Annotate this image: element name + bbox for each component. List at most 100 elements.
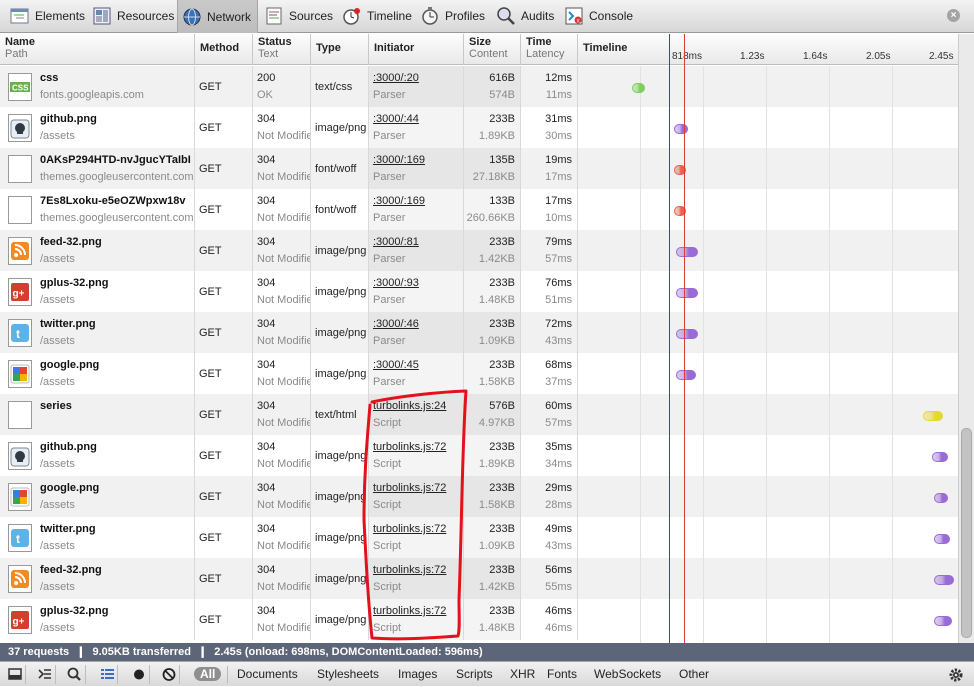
initiator-link[interactable]: :3000/:44 bbox=[373, 113, 419, 125]
console-toggle-icon[interactable] bbox=[34, 665, 56, 684]
column-method[interactable]: Method bbox=[195, 34, 253, 65]
timeline-bar[interactable] bbox=[676, 370, 696, 380]
request-name[interactable]: github.png bbox=[40, 113, 97, 125]
request-name[interactable]: github.png bbox=[40, 441, 97, 453]
status-code: 304 bbox=[257, 605, 276, 617]
initiator-link[interactable]: :3000/:20 bbox=[373, 72, 419, 84]
request-name[interactable]: google.png bbox=[40, 359, 99, 371]
filter-documents[interactable]: Documents bbox=[237, 667, 298, 681]
filter-xhr[interactable]: XHR bbox=[510, 667, 535, 681]
tab-elements[interactable]: Elements bbox=[6, 2, 91, 30]
column-name[interactable]: Name Path bbox=[0, 34, 195, 65]
transfer-size: 233B bbox=[489, 236, 515, 248]
initiator-link[interactable]: turbolinks.js:72 bbox=[373, 564, 446, 576]
time-cell: 49ms 43ms bbox=[521, 517, 578, 558]
column-status[interactable]: Status Text bbox=[253, 34, 311, 65]
column-type[interactable]: Type bbox=[311, 34, 369, 65]
status-cell: 304 Not Modified bbox=[253, 476, 311, 517]
tab-timeline[interactable]: Timeline bbox=[338, 2, 418, 30]
tab-resources[interactable]: Resources bbox=[88, 2, 180, 30]
initiator-link[interactable]: :3000/:169 bbox=[373, 154, 425, 166]
initiator-type: Parser bbox=[373, 130, 406, 142]
timeline-bar[interactable] bbox=[676, 288, 698, 298]
initiator-link[interactable]: turbolinks.js:72 bbox=[373, 605, 446, 617]
request-name[interactable]: feed-32.png bbox=[40, 236, 102, 248]
column-timeline[interactable]: Timeline bbox=[578, 34, 958, 65]
time-cell: 31ms 30ms bbox=[521, 107, 578, 148]
status-code: 304 bbox=[257, 277, 276, 289]
tab-sources[interactable]: Sources bbox=[260, 2, 339, 30]
request-path: /assets bbox=[40, 376, 75, 388]
size-cell: 233B 1.42KB bbox=[464, 230, 521, 271]
gear-icon[interactable] bbox=[946, 666, 966, 684]
initiator-link[interactable]: :3000/:81 bbox=[373, 236, 419, 248]
clear-icon[interactable] bbox=[158, 665, 180, 684]
status-text: Not Modified bbox=[257, 376, 310, 388]
timeline-bar[interactable] bbox=[934, 534, 950, 544]
initiator-type: Script bbox=[373, 458, 402, 470]
request-name[interactable]: 7Es8Lxoku-e5eOZWpxw18v bbox=[40, 195, 186, 207]
profiles-icon bbox=[420, 6, 440, 26]
search-icon[interactable] bbox=[64, 665, 86, 684]
request-name[interactable]: twitter.png bbox=[40, 318, 96, 330]
timeline-bar[interactable] bbox=[934, 493, 948, 503]
large-rows-icon[interactable] bbox=[96, 665, 118, 684]
summary-transferred: 9.05KB transferred bbox=[92, 646, 191, 658]
request-name[interactable]: series bbox=[40, 400, 72, 412]
initiator-link[interactable]: turbolinks.js:72 bbox=[373, 523, 446, 535]
method-cell: GET bbox=[195, 476, 253, 517]
tab-network[interactable]: Network bbox=[177, 0, 259, 33]
column-initiator[interactable]: Initiator bbox=[369, 34, 464, 65]
scrollbar-thumb[interactable] bbox=[961, 428, 972, 638]
column-size[interactable]: Size Content bbox=[464, 34, 521, 65]
filter-all[interactable]: All bbox=[194, 667, 222, 681]
initiator-link[interactable]: turbolinks.js:72 bbox=[373, 441, 446, 453]
dock-icon[interactable] bbox=[4, 665, 26, 684]
close-icon[interactable]: × bbox=[947, 9, 960, 22]
tab-console[interactable]: x Console bbox=[560, 2, 639, 30]
filter-images[interactable]: Images bbox=[398, 667, 437, 681]
summary-requests: 37 requests bbox=[8, 646, 70, 658]
content-size: 1.48KB bbox=[478, 294, 515, 306]
initiator-link[interactable]: :3000/:169 bbox=[373, 195, 425, 207]
filter-stylesheets[interactable]: Stylesheets bbox=[317, 667, 379, 681]
timeline-bar[interactable] bbox=[934, 616, 952, 626]
initiator-link[interactable]: :3000/:46 bbox=[373, 318, 419, 330]
timeline-icon bbox=[342, 6, 362, 26]
timeline-bar[interactable] bbox=[676, 329, 698, 339]
status-text: Not Modified bbox=[257, 171, 310, 183]
timeline-bar[interactable] bbox=[676, 247, 698, 257]
initiator-link[interactable]: turbolinks.js:24 bbox=[373, 400, 446, 412]
timeline-bar[interactable] bbox=[632, 83, 645, 93]
filter-fonts[interactable]: Fonts bbox=[547, 667, 577, 681]
request-name[interactable]: google.png bbox=[40, 482, 99, 494]
filter-websockets[interactable]: WebSockets bbox=[594, 667, 661, 681]
status-code: 200 bbox=[257, 72, 276, 84]
initiator-link[interactable]: turbolinks.js:72 bbox=[373, 482, 446, 494]
request-name[interactable]: 0AKsP294HTD-nvJgucYTaIbI bbox=[40, 154, 191, 166]
request-name[interactable]: feed-32.png bbox=[40, 564, 102, 576]
record-icon[interactable] bbox=[128, 665, 150, 684]
timeline-bar[interactable] bbox=[934, 575, 954, 585]
request-time: 29ms bbox=[545, 482, 572, 494]
initiator-link[interactable]: :3000/:45 bbox=[373, 359, 419, 371]
timeline-bar[interactable] bbox=[932, 452, 948, 462]
vertical-scrollbar[interactable] bbox=[958, 34, 974, 643]
filter-scripts[interactable]: Scripts bbox=[456, 667, 493, 681]
tab-profiles[interactable]: Profiles bbox=[416, 2, 491, 30]
timeline-bar[interactable] bbox=[923, 411, 943, 421]
request-name[interactable]: twitter.png bbox=[40, 523, 96, 535]
initiator-link[interactable]: :3000/:93 bbox=[373, 277, 419, 289]
blank-file-icon bbox=[8, 401, 32, 429]
request-name[interactable]: css bbox=[40, 72, 58, 84]
timeline-bar[interactable] bbox=[674, 124, 688, 134]
column-time[interactable]: Time Latency bbox=[521, 34, 578, 65]
request-name[interactable]: gplus-32.png bbox=[40, 605, 108, 617]
size-cell: 233B 1.89KB bbox=[464, 435, 521, 476]
tab-audits[interactable]: Audits bbox=[492, 2, 560, 30]
google-icon bbox=[8, 483, 32, 511]
request-latency: 17ms bbox=[545, 171, 572, 183]
filter-other[interactable]: Other bbox=[679, 667, 709, 681]
column-title: Type bbox=[316, 42, 341, 54]
request-name[interactable]: gplus-32.png bbox=[40, 277, 108, 289]
